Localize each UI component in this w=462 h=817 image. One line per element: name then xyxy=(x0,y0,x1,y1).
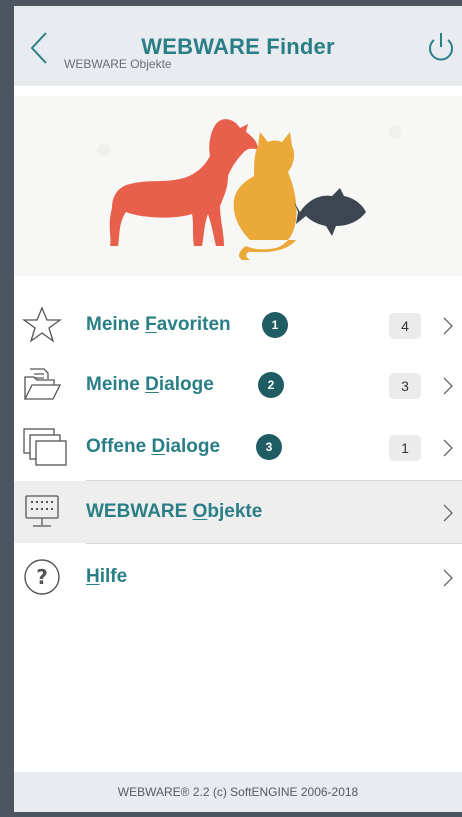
footer: WEBWARE® 2.2 (c) SoftENGINE 2006-2018 xyxy=(14,772,462,812)
step-badge: 1 xyxy=(262,312,288,338)
menu-item-label: Meine Favoriten xyxy=(86,314,231,335)
device-frame-left xyxy=(0,0,14,817)
monitor-icon xyxy=(22,492,62,532)
menu-item-label: Hilfe xyxy=(86,566,128,587)
count-badge: 1 xyxy=(389,435,421,461)
fish-icon xyxy=(294,188,366,236)
menu-item-hilfe[interactable]: ? Hilfe xyxy=(14,546,462,608)
hero-image xyxy=(14,96,462,276)
menu-item-label: Meine Dialoge xyxy=(86,374,214,395)
menu-item-label: WEBWARE Objekte xyxy=(86,501,263,522)
device-frame-bottom xyxy=(0,812,462,817)
menu-item-label: Offene Dialoge xyxy=(86,436,221,457)
menu-item-webware-objekte[interactable]: WEBWARE Objekte xyxy=(14,481,462,543)
chevron-right-icon xyxy=(443,569,453,587)
divider xyxy=(86,543,462,544)
star-icon xyxy=(22,305,62,345)
step-badge: 3 xyxy=(256,434,282,460)
chevron-right-icon xyxy=(443,504,453,522)
power-button[interactable] xyxy=(424,30,458,66)
menu-item-meine-dialoge[interactable]: Meine Dialoge 2 3 xyxy=(14,354,462,416)
windows-icon xyxy=(22,427,67,467)
app-header: WEBWARE Finder WEBWARE Objekte xyxy=(14,6,462,86)
copyright-text: WEBWARE® 2.2 (c) SoftENGINE 2006-2018 xyxy=(117,785,359,799)
chevron-right-icon xyxy=(443,317,453,335)
step-badge: 2 xyxy=(258,372,284,398)
dog-icon xyxy=(109,119,258,246)
page-subtitle: WEBWARE Objekte xyxy=(64,57,172,71)
folder-icon xyxy=(22,365,62,405)
count-badge: 4 xyxy=(389,313,421,339)
count-badge: 3 xyxy=(389,373,421,399)
help-icon: ? xyxy=(22,557,62,597)
menu-item-favoriten[interactable]: Meine Favoriten 1 4 xyxy=(14,294,462,356)
svg-text:?: ? xyxy=(36,565,48,589)
chevron-right-icon xyxy=(443,377,453,395)
power-icon xyxy=(429,33,453,61)
chevron-right-icon xyxy=(443,439,453,457)
menu-item-offene-dialoge[interactable]: Offene Dialoge 3 1 xyxy=(14,416,462,478)
